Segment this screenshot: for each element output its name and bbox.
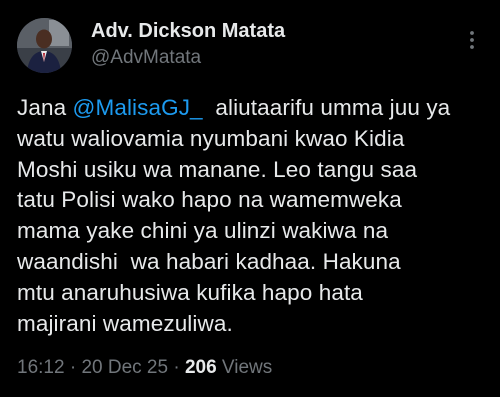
- meta-separator: ·: [64, 357, 82, 378]
- tweet-text-segment: aliutaarifu umma juu ya: [202, 95, 451, 120]
- avatar-image: [17, 18, 72, 73]
- avatar[interactable]: [17, 18, 72, 73]
- author-handle[interactable]: @AdvMatata: [91, 47, 201, 69]
- tweet-text: Jana @MalisaGJ_ aliutaarifu umma juu ya …: [17, 93, 497, 339]
- tweet-line: mama yake chini ya ulinzi wakiwa na: [17, 218, 389, 244]
- tweet-meta: 16:12 · 20 Dec 25 · 206 Views: [17, 357, 272, 379]
- tweet-line: tatu Polisi wako hapo na wamemweka: [17, 187, 402, 213]
- views-count[interactable]: 206: [185, 357, 217, 378]
- tweet-time[interactable]: 16:12: [17, 357, 65, 378]
- more-options-button[interactable]: [460, 28, 484, 52]
- tweet-text-segment: Jana: [17, 95, 73, 120]
- more-horizontal-icon: [470, 31, 474, 49]
- meta-separator: ·: [168, 357, 185, 378]
- tweet-line: watu waliovamia nyumbani kwao Kidia: [17, 125, 405, 151]
- author-display-name[interactable]: Adv. Dickson Matata: [91, 20, 285, 43]
- tweet-line: Moshi usiku wa manane. Leo tangu saa: [17, 156, 418, 182]
- mention-link[interactable]: @MalisaGJ_: [73, 95, 203, 120]
- tweet-date[interactable]: 20 Dec 25: [81, 357, 168, 378]
- tweet-line: waandishi wa habari kadhaa. Hakuna: [17, 248, 401, 274]
- tweet-line: mtu anaruhusiwa kufika hapo hata: [17, 279, 363, 305]
- tweet-line: Jana @MalisaGJ_ aliutaarifu umma juu ya: [17, 93, 497, 124]
- views-label: Views: [216, 357, 273, 378]
- tweet-line: majirani wamezuliwa.: [17, 310, 233, 336]
- tweet: Adv. Dickson Matata @AdvMatata Jana @Mal…: [0, 0, 500, 397]
